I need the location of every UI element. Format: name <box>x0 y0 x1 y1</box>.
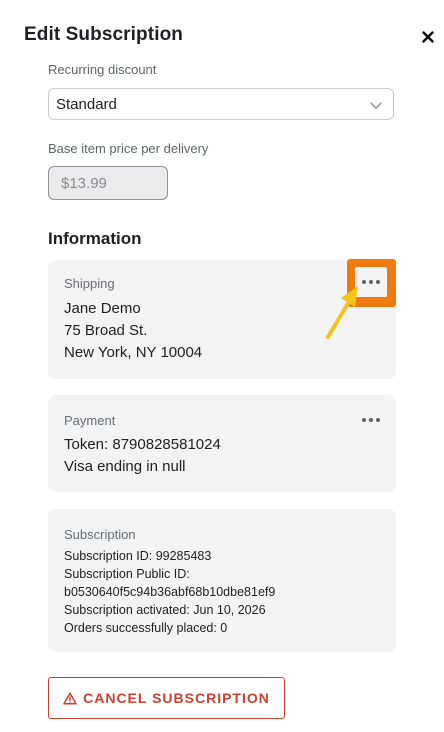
shipping-name: Jane Demo <box>64 300 141 317</box>
chevron-down-icon <box>370 102 382 109</box>
payment-card-info: Visa ending in null <box>64 458 186 475</box>
shipping-city: New York, NY 10004 <box>64 344 203 361</box>
payment-token: Token: 8790828581024 <box>64 436 221 453</box>
information-heading: Information <box>48 229 142 248</box>
more-dot-icon <box>376 418 380 422</box>
subscription-title: Subscription <box>64 527 136 542</box>
cancel-subscription-label: CANCEL SUBSCRIPTION <box>83 690 270 706</box>
cancel-subscription-button[interactable]: CANCEL SUBSCRIPTION <box>48 677 285 719</box>
payment-title: Payment <box>64 413 116 428</box>
close-button[interactable] <box>418 26 438 48</box>
subscription-card: Subscription Subscription ID: 99285483 S… <box>48 509 396 652</box>
more-dot-icon <box>369 418 373 422</box>
base-price-value: $13.99 <box>61 174 107 192</box>
page-title: Edit Subscription <box>24 24 183 45</box>
payment-card: Payment Token: 8790828581024 Visa ending… <box>48 395 396 492</box>
payment-more-button[interactable] <box>358 411 384 429</box>
close-icon <box>422 31 434 43</box>
subscription-public-id: b0530640f5c94b36abf68b10dbe81ef9 <box>64 585 276 599</box>
shipping-street: 75 Broad St. <box>64 322 148 339</box>
base-price-input[interactable]: $13.99 <box>48 166 168 200</box>
recurring-discount-label: Recurring discount <box>48 62 157 77</box>
warning-icon <box>63 691 77 705</box>
subscription-public-id-label: Subscription Public ID: <box>64 567 190 581</box>
pointer-arrow-icon <box>326 286 358 339</box>
more-dot-icon <box>362 418 366 422</box>
recurring-discount-value: Standard <box>56 95 117 113</box>
more-dot-icon <box>376 280 380 284</box>
subscription-orders: Orders successfully placed: 0 <box>64 621 228 635</box>
recurring-discount-select[interactable]: Standard <box>48 88 394 120</box>
more-dot-icon <box>369 280 373 284</box>
shipping-title: Shipping <box>64 276 115 291</box>
base-price-label: Base item price per delivery <box>48 141 209 156</box>
subscription-activated: Subscription activated: Jun 10, 2026 <box>64 603 266 617</box>
subscription-id: Subscription ID: 99285483 <box>64 549 212 563</box>
